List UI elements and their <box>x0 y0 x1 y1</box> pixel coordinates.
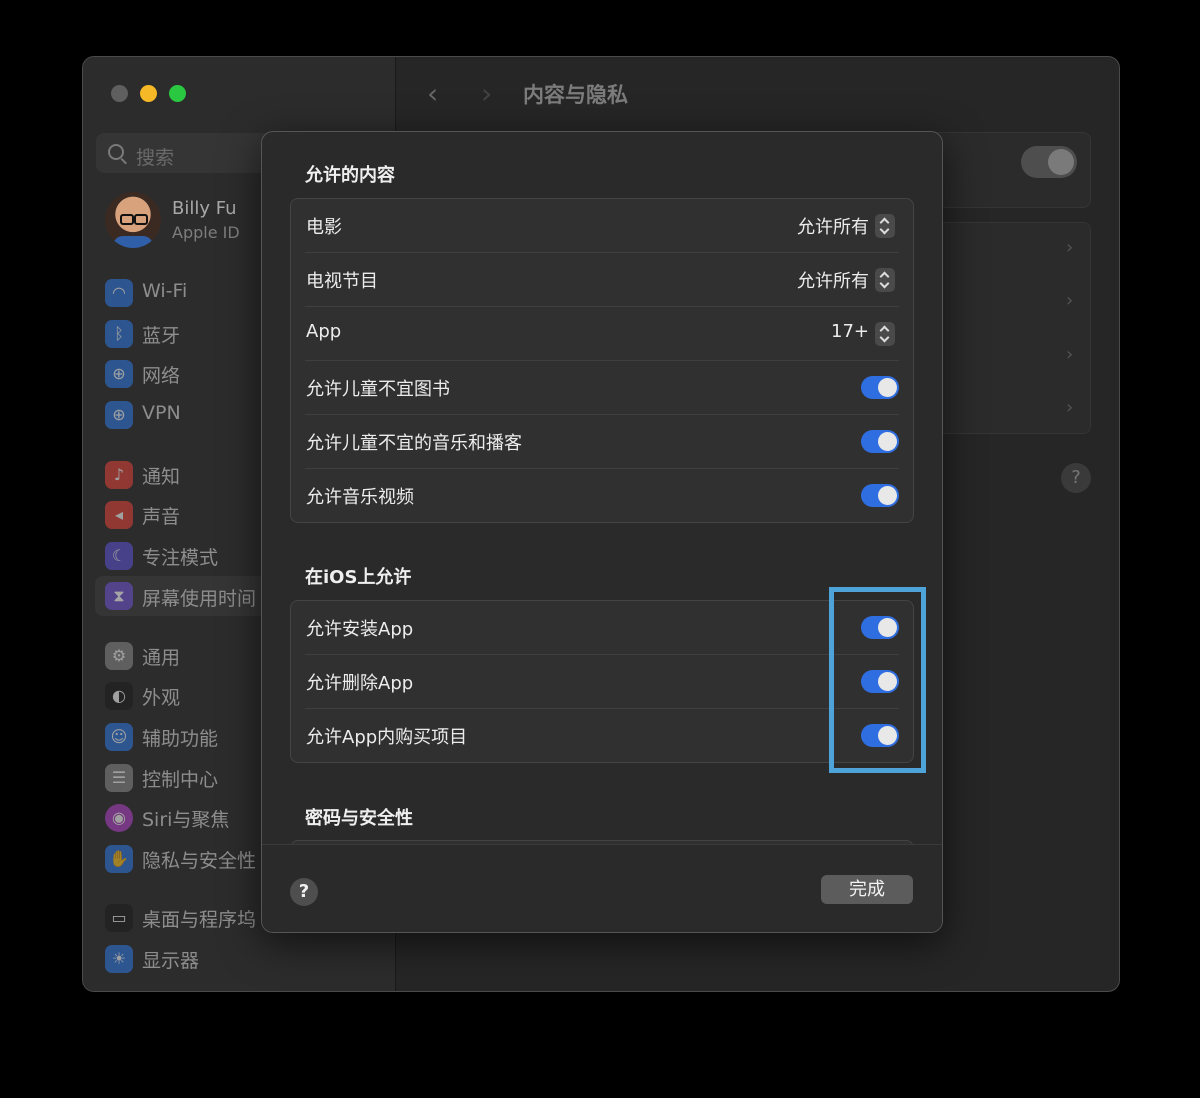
row-value[interactable]: 允许所有 <box>797 267 869 293</box>
toggle-switch[interactable] <box>861 484 899 507</box>
sidebar-item-label: Siri与聚焦 <box>142 809 230 831</box>
row-label: 允许音乐视频 <box>306 487 414 508</box>
stepper-icon[interactable] <box>875 214 895 238</box>
background-help-button[interactable]: ? <box>1061 463 1091 493</box>
allowed-content-group: 电影 允许所有 电视节目 允许所有 App 17+ 允许儿童不宜图书 允许儿童不… <box>290 198 914 523</box>
done-button[interactable]: 完成 <box>821 875 913 904</box>
sidebar-item-label: 控制中心 <box>142 769 219 791</box>
row-label: 允许App内购买项目 <box>306 727 468 748</box>
sidebar-item-label: Wi-Fi <box>142 280 188 302</box>
row-value[interactable]: 允许所有 <box>797 213 869 239</box>
ios-allowed-group: 允许安装App 允许删除App 允许App内购买项目 <box>290 600 914 763</box>
sidebar-item-label: 桌面与程序坞 <box>142 909 257 931</box>
moon-icon: ☾ <box>105 542 133 570</box>
sidebar-item-displays[interactable]: ☀ 显示器 <box>105 943 395 975</box>
chevron-right-icon: › <box>1066 397 1074 418</box>
bell-icon: ♪ <box>105 461 133 489</box>
row-music-videos: 允许音乐视频 <box>305 469 899 522</box>
row-delete-apps: 允许删除App <box>305 655 899 709</box>
row-label: App <box>306 321 342 342</box>
background-toggle[interactable] <box>1021 146 1077 178</box>
row-label: 允许安装App <box>306 619 414 640</box>
minimize-window-button[interactable] <box>140 85 157 102</box>
accessibility-icon: ☺ <box>105 723 133 751</box>
row-apps: App 17+ <box>305 307 899 361</box>
avatar <box>105 192 161 248</box>
row-label: 电影 <box>306 217 342 238</box>
forward-button[interactable]: › <box>481 77 492 110</box>
page-title: 内容与隐私 <box>523 83 628 107</box>
row-explicit-books: 允许儿童不宜图书 <box>305 361 899 415</box>
row-label: 允许删除App <box>306 673 414 694</box>
sidebar-item-label: VPN <box>142 402 181 424</box>
row-value[interactable]: 17+ <box>831 321 869 342</box>
row-in-app-purchases: 允许App内购买项目 <box>305 709 899 762</box>
speaker-icon: ◂ <box>105 501 133 529</box>
sheet-footer: ? 完成 <box>262 844 942 932</box>
sidebar-item-label: 隐私与安全性 <box>142 850 257 872</box>
sidebar-item-label: 屏幕使用时间 <box>142 588 257 610</box>
close-window-button[interactable] <box>111 85 128 102</box>
vpn-globe-icon: ⊕ <box>105 401 133 429</box>
profile-name: Billy Fu <box>172 198 237 219</box>
appearance-icon: ◐ <box>105 682 133 710</box>
annotation-highlight-box <box>829 587 926 773</box>
section-title-passwords-security: 密码与安全性 <box>305 808 413 829</box>
section-title-allowed-content: 允许的内容 <box>305 165 395 186</box>
sidebar-item-label: 显示器 <box>142 950 200 972</box>
row-label: 电视节目 <box>306 271 378 292</box>
globe-icon: ⊕ <box>105 360 133 388</box>
section-title-ios: 在iOS上允许 <box>305 567 412 588</box>
row-explicit-music-podcasts: 允许儿童不宜的音乐和播客 <box>305 415 899 469</box>
sidebar-item-label: 辅助功能 <box>142 728 219 750</box>
sidebar-item-label: 外观 <box>142 687 181 709</box>
stepper-icon[interactable] <box>875 268 895 292</box>
sidebar-item-label: 声音 <box>142 506 181 528</box>
sidebar-item-label: 通用 <box>142 647 181 669</box>
chevron-right-icon: › <box>1066 290 1074 311</box>
sidebar-item-label: 网络 <box>142 365 181 387</box>
toggle-switch[interactable] <box>861 376 899 399</box>
siri-icon: ◉ <box>105 804 133 832</box>
maximize-window-button[interactable] <box>169 85 186 102</box>
row-tv-shows: 电视节目 允许所有 <box>305 253 899 307</box>
profile-subtitle: Apple ID <box>172 223 240 242</box>
sidebar-item-label: 专注模式 <box>142 547 219 569</box>
sidebar-item-label: 通知 <box>142 466 181 488</box>
hourglass-icon: ⧗ <box>105 582 133 610</box>
gear-icon: ⚙ <box>105 642 133 670</box>
sun-icon: ☀ <box>105 945 133 973</box>
row-label: 允许儿童不宜图书 <box>306 379 450 400</box>
row-install-apps: 允许安装App <box>305 601 899 655</box>
chevron-right-icon: › <box>1066 344 1074 365</box>
hand-icon: ✋ <box>105 845 133 873</box>
sidebar-item-label: 蓝牙 <box>142 325 181 347</box>
chevron-right-icon: › <box>1066 237 1074 258</box>
control-center-icon: ☰ <box>105 764 133 792</box>
content-privacy-sheet: 允许的内容 电影 允许所有 电视节目 允许所有 App 17+ 允许儿童不宜图书… <box>261 131 943 933</box>
search-icon <box>108 144 124 160</box>
row-movies: 电影 允许所有 <box>305 199 899 253</box>
back-button[interactable]: ‹ <box>427 77 438 110</box>
stepper-icon[interactable] <box>875 322 895 346</box>
row-label: 允许儿童不宜的音乐和播客 <box>306 433 522 454</box>
bluetooth-icon: ᛒ <box>105 320 133 348</box>
search-placeholder: 搜索 <box>136 147 175 169</box>
help-button[interactable]: ? <box>290 878 318 906</box>
wifi-icon: ◠ <box>105 279 133 307</box>
toggle-switch[interactable] <box>861 430 899 453</box>
dock-icon: ▭ <box>105 904 133 932</box>
